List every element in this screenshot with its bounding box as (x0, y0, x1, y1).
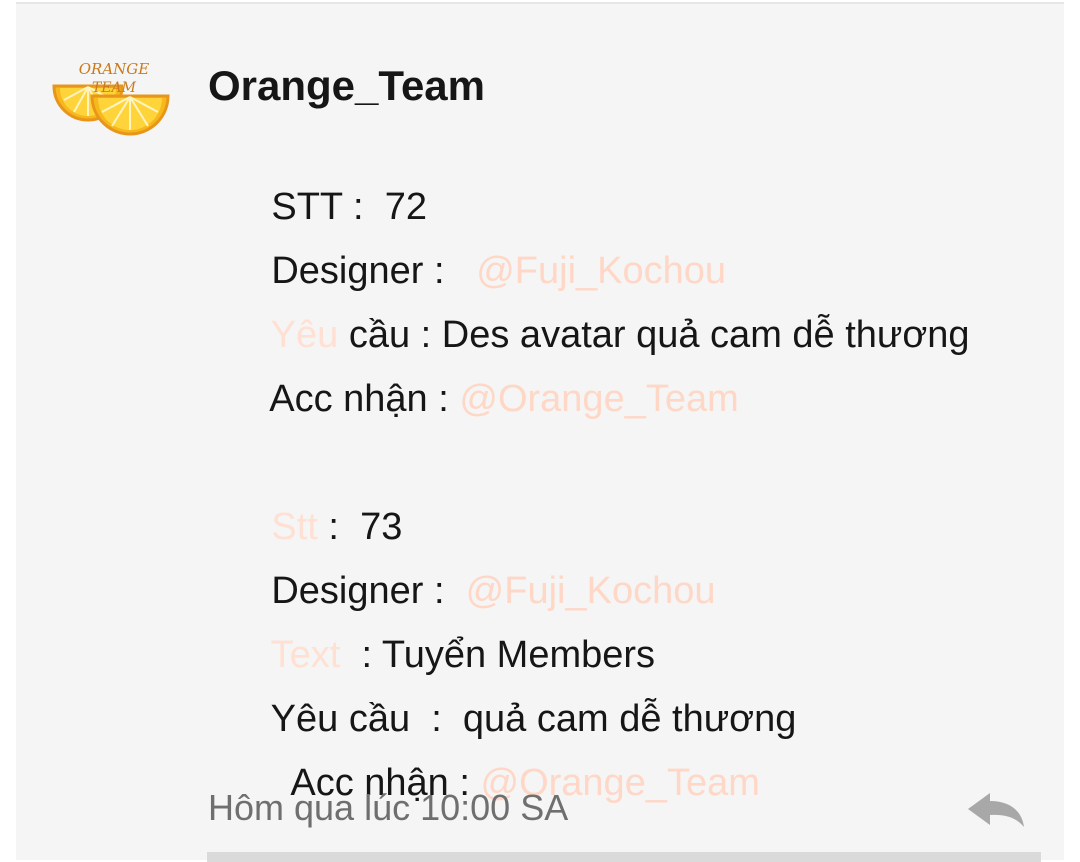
avatar-text-orange: ORANGE (79, 60, 150, 78)
mention-link[interactable]: @Orange_Team (459, 378, 738, 420)
message-line: Acc nhận : @Orange_Team (208, 714, 760, 852)
reply-arrow-icon[interactable] (964, 787, 1028, 831)
line-label: Acc nhận : (269, 378, 460, 420)
bottom-divider (207, 852, 1041, 862)
author-name[interactable]: Orange_Team (208, 62, 485, 110)
message-line: Acc nhận : @Orange_Team (208, 330, 739, 468)
avatar-text-team: TEAM (92, 80, 137, 96)
orange-team-avatar[interactable]: ORANGE TEAM (52, 56, 172, 151)
post-card: ORANGE TEAM Orange_Team STT : 72 Designe… (16, 2, 1064, 862)
orange-slice-right (90, 94, 170, 136)
post-timestamp: Hôm qua lúc 10:00 SA (208, 787, 569, 828)
